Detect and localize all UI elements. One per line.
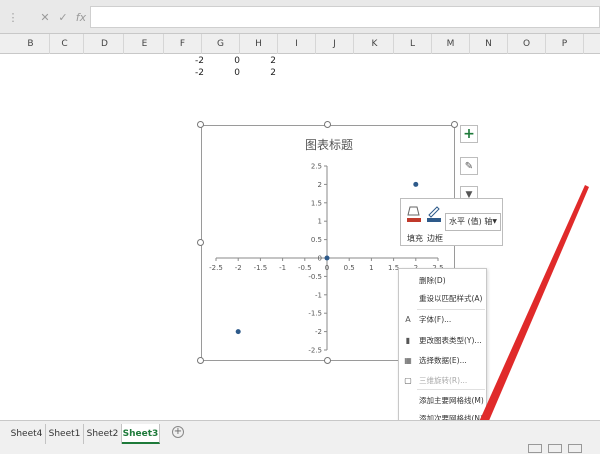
y-tick-label: -1.5 — [308, 310, 322, 318]
resize-handle-top-left[interactable] — [197, 121, 204, 128]
resize-handle-top-right[interactable] — [451, 121, 458, 128]
major-gridlines-icon — [403, 396, 413, 406]
rotate-3d-icon: ▢ — [404, 376, 412, 385]
y-tick-label: 1 — [318, 218, 322, 226]
format-mini-toolbar: 填充 边框 水平 (值) 轴 ▼ — [400, 198, 503, 246]
more-options-icon[interactable]: ⋮ — [4, 11, 22, 24]
select-data-icon: ▦ — [404, 356, 412, 365]
y-tick-label: -0.5 — [308, 273, 322, 281]
y-tick-label: 2 — [318, 181, 322, 189]
column-header-g[interactable]: G — [202, 34, 240, 54]
resize-handle-left[interactable] — [197, 239, 204, 246]
resize-handle-bottom-left[interactable] — [197, 357, 204, 364]
y-tick-label: 2.5 — [311, 163, 322, 171]
menu-item-3[interactable]: A 字体(F)... — [399, 312, 488, 328]
reset-icon — [403, 294, 413, 304]
y-tick-label: 0 — [318, 255, 322, 263]
menu-item-5[interactable]: ▦ 选择数据(E)... — [399, 353, 488, 369]
chart-elements-button[interactable]: + — [460, 125, 478, 143]
delete-icon — [403, 276, 413, 286]
x-tick-label: -2.5 — [209, 264, 223, 272]
column-header-i[interactable]: I — [278, 34, 316, 54]
menu-item-label: 添加主要网格线(M) — [419, 396, 484, 405]
column-headers: BCDEFGHIJKLMNOP — [0, 34, 600, 54]
page-layout-view-icon[interactable] — [548, 444, 562, 453]
column-header-b[interactable]: B — [12, 34, 50, 54]
tab-sheet1[interactable]: Sheet1 — [46, 424, 84, 444]
formula-bar: ⋮ ✕ ✓ fx — [0, 0, 600, 34]
column-header-m[interactable]: M — [432, 34, 470, 54]
fill-icon[interactable] — [407, 205, 421, 223]
menu-item-4[interactable]: ▮ 更改图表类型(Y)... — [399, 333, 488, 349]
x-tick-label: 1 — [369, 264, 373, 272]
plus-icon: + — [463, 126, 475, 142]
column-header-l[interactable]: L — [394, 34, 432, 54]
x-tick-label: -1 — [279, 264, 286, 272]
x-tick-label: -2 — [235, 264, 242, 272]
column-header-n[interactable]: N — [470, 34, 508, 54]
menu-item-label: 选择数据(E)... — [419, 356, 467, 365]
tab-sheet2[interactable]: Sheet2 — [84, 424, 122, 444]
formula-input[interactable] — [90, 6, 600, 28]
normal-view-icon[interactable] — [528, 444, 542, 453]
formula-bar-controls: ⋮ ✕ ✓ fx — [4, 8, 90, 26]
column-header-f[interactable]: F — [164, 34, 202, 54]
menu-item-label: 更改图表类型(Y)... — [419, 336, 482, 345]
y-tick-label: -2.5 — [308, 347, 322, 355]
column-header-o[interactable]: O — [508, 34, 546, 54]
cell-h2[interactable]: 2 — [240, 68, 276, 81]
menu-item-1[interactable]: 删除(D) — [399, 273, 488, 289]
menu-separator — [417, 389, 485, 390]
menu-item-7[interactable]: 添加主要网格线(M) — [399, 393, 488, 409]
element-selector-value: 水平 (值) 轴 — [449, 217, 493, 226]
y-tick-label: -1 — [315, 291, 322, 299]
x-tick-label: 0.5 — [344, 264, 355, 272]
menu-item-2[interactable]: 重设以匹配样式(A) — [399, 291, 488, 307]
column-header-p[interactable]: P — [546, 34, 584, 54]
x-tick-label: -1.5 — [254, 264, 268, 272]
data-point — [235, 329, 241, 335]
column-header-h[interactable]: H — [240, 34, 278, 54]
page-break-view-icon[interactable] — [568, 444, 582, 453]
outline-icon[interactable] — [427, 205, 441, 223]
fill-label: 填充 — [407, 234, 423, 243]
chevron-down-icon: ▼ — [492, 218, 497, 225]
resize-handle-bottom[interactable] — [324, 357, 331, 364]
menu-item-label: 重设以匹配样式(A) — [419, 294, 483, 303]
menu-separator — [417, 309, 485, 310]
y-tick-label: 0.5 — [311, 236, 322, 244]
chart-styles-button[interactable]: ✎ — [460, 157, 478, 175]
column-header-k[interactable]: K — [356, 34, 394, 54]
column-header-j[interactable]: J — [316, 34, 354, 54]
data-point — [324, 255, 330, 261]
y-tick-label: -2 — [315, 328, 322, 336]
insert-function-icon[interactable]: fx — [72, 11, 90, 24]
outline-label: 边框 — [427, 234, 443, 243]
menu-item-6: ▢ 三维旋转(R)... — [399, 373, 488, 389]
view-buttons — [528, 444, 600, 454]
brush-icon: ✎ — [464, 160, 474, 172]
x-tick-label: -0.5 — [298, 264, 312, 272]
resize-handle-top[interactable] — [324, 121, 331, 128]
tab-sheet4[interactable]: Sheet4 — [8, 424, 46, 444]
menu-item-label: 三维旋转(R)... — [419, 376, 468, 385]
cancel-icon[interactable]: ✕ — [36, 11, 54, 24]
menu-item-label: 字体(F)... — [419, 315, 452, 324]
sheet-tab-bar: Sheet4 Sheet1 Sheet2 Sheet3 — [0, 420, 600, 454]
y-tick-label: 1.5 — [311, 199, 322, 207]
cell-g2[interactable]: 0 — [204, 68, 240, 81]
x-tick-label: 0 — [325, 264, 329, 272]
font-icon: A — [405, 315, 411, 324]
menu-item-label: 删除(D) — [419, 276, 446, 285]
enter-icon[interactable]: ✓ — [54, 11, 72, 24]
data-point — [413, 181, 419, 187]
column-header-e[interactable]: E — [126, 34, 164, 54]
chart-type-icon: ▮ — [405, 336, 411, 345]
add-sheet-icon[interactable]: + — [172, 426, 184, 438]
element-selector-dropdown[interactable]: 水平 (值) 轴 ▼ — [445, 213, 501, 231]
cell-f2[interactable]: -2 — [168, 68, 204, 81]
tab-sheet3[interactable]: Sheet3 — [122, 424, 160, 444]
column-header-c[interactable]: C — [46, 34, 84, 54]
column-header-d[interactable]: D — [86, 34, 124, 54]
